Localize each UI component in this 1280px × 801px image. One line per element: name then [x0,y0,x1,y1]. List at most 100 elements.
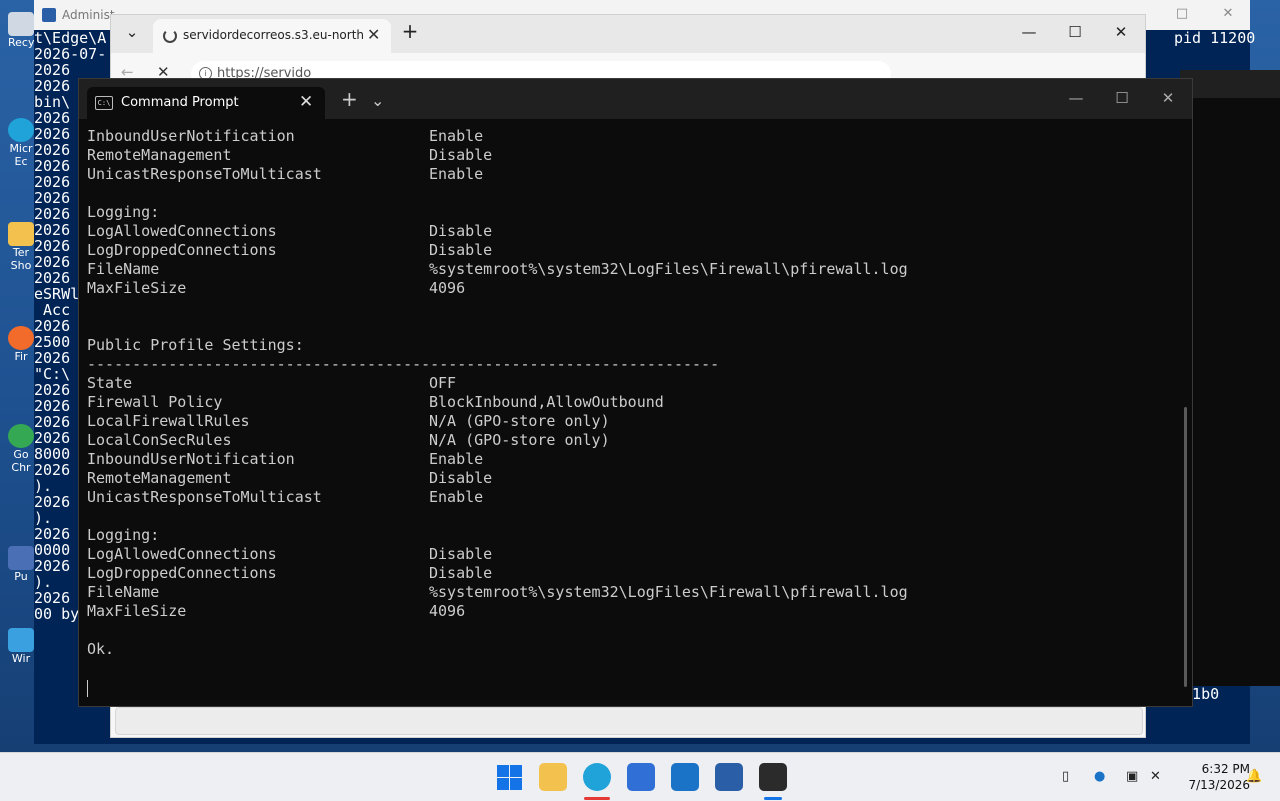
terminal-output[interactable]: InboundUserNotification Enable RemoteManag… [87,127,1177,702]
loading-spinner-icon [163,29,177,43]
terminal-line: LocalConSecRules N/A (GPO-store only) [87,431,1177,450]
edge-tabstrip: ⌄ servidordecorreos.s3.eu-north-1.a ✕ + … [111,15,1145,53]
dark-panel-header [1180,70,1280,98]
powershell-title: Administ [62,8,115,22]
windows-logo-pane [510,778,522,790]
setting-name: LogAllowedConnections [87,222,277,240]
setting-value: Disable [429,146,493,164]
setting-name: InboundUserNotification [87,127,295,145]
edge-taskbar-icon[interactable] [583,763,611,791]
close-tab-icon[interactable]: ✕ [367,25,380,44]
firefox-icon [8,326,34,350]
system-clock[interactable]: 6:32 PM 7/13/2026 [1188,761,1250,793]
windows-logo-pane [497,778,509,790]
terminal-tab-command-prompt[interactable]: C:\ Command Prompt ✕ [87,87,325,119]
desktop-icon-folder[interactable]: Ter Sho [8,222,34,272]
file-explorer-icon[interactable] [539,763,567,791]
maximize-icon[interactable]: ☐ [1060,23,1090,45]
close-icon[interactable]: ✕ [1148,89,1188,111]
setting-name: InboundUserNotification [87,450,295,468]
security-shield-icon[interactable]: ● [1094,769,1110,785]
setting-name: RemoteManagement [87,146,232,164]
setting-value: Enable [429,450,484,468]
terminal-taskbar-icon[interactable] [759,763,787,791]
terminal-line: ----------------------------------------… [87,355,1177,374]
terminal-scrollbar[interactable] [1184,407,1187,687]
setting-value: Enable [429,165,484,183]
terminal-line: LogDroppedConnections Disable [87,564,1177,583]
powershell-icon [42,8,56,22]
setting-value: 4096 [429,279,466,297]
browser-tab-title: servidordecorreos.s3.eu-north-1.a [183,28,363,42]
desktop-icon-edge[interactable]: Micr Ec [8,118,34,168]
terminal-line: RemoteManagement Disable [87,469,1177,488]
new-tab-plus-icon[interactable]: + [395,19,425,43]
minimize-icon[interactable]: — [1056,89,1096,111]
close-icon[interactable]: ✕ [1216,6,1240,24]
terminal-titlebar: C:\ Command Prompt ✕ + ⌄ — ☐ ✕ [79,79,1192,119]
microsoft-store-icon[interactable] [627,763,655,791]
setting-name: State [87,374,133,392]
browser-tab-active[interactable]: servidordecorreos.s3.eu-north-1.a ✕ [153,19,391,53]
desktop-icon-label: Recy [8,36,35,49]
terminal-line: Logging: [87,203,1177,222]
terminal-line: LogDroppedConnections Disable [87,241,1177,260]
setting-value: 4096 [429,602,466,620]
edge-bottom-bar [115,707,1143,735]
setting-name: FileName [87,260,160,278]
new-tab-plus-icon[interactable]: + [341,87,358,111]
powershell-line: 2026-07- [34,45,107,63]
terminal-line: InboundUserNotification Enable [87,450,1177,469]
dropdown-chevron-icon[interactable]: ⌄ [371,91,384,110]
close-icon[interactable]: ✕ [1106,23,1136,45]
setting-name: LocalConSecRules [87,431,232,449]
desktop-icon-wir[interactable]: Wir [8,628,34,665]
network-icon[interactable]: ▣ [1126,769,1142,785]
desktop-icon-recycle-bin[interactable]: Recy [8,12,34,49]
desktop-icon-label: Go Chr [11,448,31,474]
terminal-line: MaxFileSize 4096 [87,602,1177,621]
terminal-line: UnicastResponseToMulticast Enable [87,165,1177,184]
setting-value: %systemroot%\system32\LogFiles\Firewall\… [429,583,908,601]
powershell-line: 2026 [34,61,71,79]
setting-name: UnicastResponseToMulticast [87,488,322,506]
clock-date: 7/13/2026 [1188,778,1250,792]
desktop-icon-pu[interactable]: Pu [8,546,34,583]
terminal-line: UnicastResponseToMulticast Enable [87,488,1177,507]
terminal-line: RemoteManagement Disable [87,146,1177,165]
recycle-bin-icon [8,12,34,36]
terminal-line: Logging: [87,526,1177,545]
usb-icon[interactable]: ▯ [1062,769,1078,785]
minimize-icon[interactable]: — [1014,23,1044,45]
setting-value: Disable [429,564,493,582]
app-icon [8,546,34,570]
terminal-tab-title: Command Prompt [121,95,239,110]
desktop-icon-firefox[interactable]: Fir [8,326,34,363]
terminal-line: InboundUserNotification Enable [87,127,1177,146]
clock-time: 6:32 PM [1201,762,1250,776]
maximize-icon[interactable]: □ [1170,6,1194,24]
close-tab-icon[interactable]: ✕ [299,92,313,112]
outlook-icon[interactable] [671,763,699,791]
maximize-icon[interactable]: ☐ [1102,89,1142,111]
setting-name: LogDroppedConnections [87,241,277,259]
tab-actions-chevron-icon[interactable]: ⌄ [117,23,147,45]
terminal-window: C:\ Command Prompt ✕ + ⌄ — ☐ ✕ InboundUs… [78,78,1193,707]
powershell-taskbar-icon[interactable] [715,763,743,791]
setting-name: FileName [87,583,160,601]
taskbar: ▯ ● ▣ ✕ 6:32 PM 7/13/2026 🔔 [0,752,1280,801]
setting-name: Firewall Policy [87,393,223,411]
setting-value: Disable [429,222,493,240]
edge-icon [8,118,34,142]
start-button[interactable] [495,763,523,791]
desktop-icon-chrome[interactable]: Go Chr [8,424,34,474]
terminal-line: Public Profile Settings: [87,336,1177,355]
setting-name: Logging: [87,203,160,221]
volume-muted-icon[interactable]: ✕ [1150,769,1166,785]
setting-value: N/A (GPO-store only) [429,412,610,430]
notification-bell-icon[interactable]: 🔔 [1246,769,1262,785]
